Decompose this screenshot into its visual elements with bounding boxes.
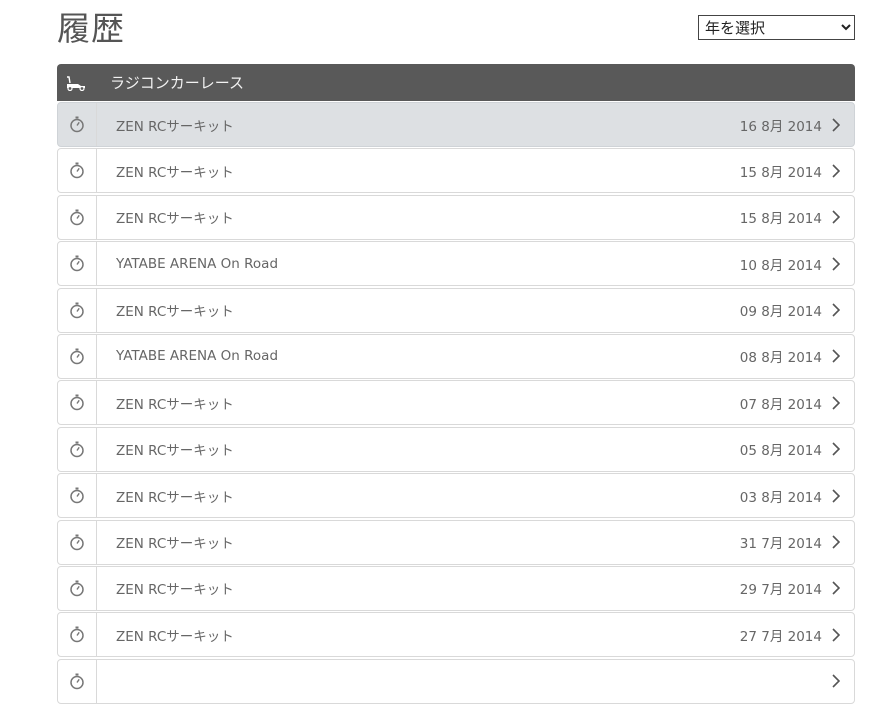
- history-row[interactable]: ZEN RCサーキット 03 8月 2014: [57, 473, 855, 519]
- history-date: 27 7月 2014: [739, 628, 822, 645]
- chevron-right-icon: [832, 674, 854, 688]
- history-date: 10 8月 2014: [739, 257, 822, 274]
- stopwatch-icon: [58, 242, 97, 286]
- history-row[interactable]: ZEN RCサーキット 15 8月 2014: [57, 194, 855, 240]
- history-venue: YATABE ARENA On Road: [116, 255, 279, 272]
- year-select[interactable]: 年を選択: [698, 15, 855, 40]
- history-venue: ZEN RCサーキット: [116, 489, 234, 506]
- history-row[interactable]: ZEN RCサーキット 15 8月 2014: [57, 148, 855, 194]
- history-venue: YATABE ARENA On Road: [116, 348, 279, 365]
- history-venue: ZEN RCサーキット: [116, 211, 234, 228]
- history-date: 31 7月 2014: [739, 536, 822, 553]
- stopwatch-icon: [58, 474, 97, 518]
- chevron-right-icon: [832, 210, 854, 224]
- history-date: 08 8月 2014: [739, 350, 822, 367]
- page-title: 履歴: [57, 9, 125, 48]
- chevron-right-icon: [832, 581, 854, 595]
- category-header: ラジコンカーレース: [57, 64, 855, 101]
- chevron-right-icon: [832, 117, 854, 132]
- history-row[interactable]: ZEN RCサーキット 31 7月 2014: [57, 519, 855, 565]
- history-venue: ZEN RCサーキット: [116, 396, 234, 413]
- history-row[interactable]: ZEN RCサーキット 05 8月 2014: [57, 426, 855, 472]
- stopwatch-icon: [58, 149, 97, 193]
- history-row[interactable]: ZEN RCサーキット 16 8月 2014: [57, 102, 855, 147]
- history-row[interactable]: YATABE ARENA On Road 08 8月 2014: [57, 333, 855, 379]
- rc-car-icon: [57, 75, 95, 91]
- stopwatch-icon: [58, 288, 97, 332]
- history-date: 09 8月 2014: [739, 304, 822, 321]
- chevron-right-icon: [832, 257, 854, 271]
- chevron-right-icon: [832, 164, 854, 178]
- history-date: 15 8月 2014: [739, 164, 822, 181]
- stopwatch-icon: [58, 334, 97, 378]
- chevron-right-icon: [832, 489, 854, 503]
- stopwatch-icon: [58, 566, 97, 610]
- history-date: 29 7月 2014: [739, 582, 822, 599]
- history-date: 15 8月 2014: [739, 211, 822, 228]
- stopwatch-icon: [58, 381, 97, 425]
- stopwatch-icon: [58, 103, 97, 146]
- history-venue: ZEN RCサーキット: [116, 582, 234, 599]
- chevron-right-icon: [832, 349, 854, 364]
- history-row[interactable]: ZEN RCサーキット 27 7月 2014: [57, 612, 855, 658]
- history-row[interactable]: ZEN RCサーキット 29 7月 2014: [57, 565, 855, 611]
- history-venue: ZEN RCサーキット: [116, 304, 234, 321]
- chevron-right-icon: [832, 628, 854, 642]
- history-venue: ZEN RCサーキット: [116, 118, 234, 135]
- history-row[interactable]: ZEN RCサーキット 09 8月 2014: [57, 287, 855, 333]
- history-venue: ZEN RCサーキット: [116, 443, 234, 460]
- chevron-right-icon: [832, 535, 854, 549]
- history-list: ZEN RCサーキット 16 8月 2014 ZEN RCサーキット 15 8月…: [57, 102, 855, 705]
- history-venue: ZEN RCサーキット: [116, 164, 234, 181]
- history-venue: ZEN RCサーキット: [116, 628, 234, 645]
- category-title: ラジコンカーレース: [110, 74, 244, 92]
- history-row[interactable]: YATABE ARENA On Road 10 8月 2014: [57, 241, 855, 287]
- stopwatch-icon: [58, 427, 97, 471]
- history-date: 16 8月 2014: [739, 118, 822, 135]
- history-venue: ZEN RCサーキット: [116, 536, 234, 553]
- history-row[interactable]: ZEN RCサーキット 07 8月 2014: [57, 380, 855, 426]
- history-row[interactable]: [57, 658, 855, 704]
- history-date: 07 8月 2014: [739, 396, 822, 413]
- stopwatch-icon: [58, 195, 97, 239]
- history-date: 05 8月 2014: [739, 443, 822, 460]
- history-date: 03 8月 2014: [739, 489, 822, 506]
- chevron-right-icon: [832, 442, 854, 456]
- chevron-right-icon: [832, 396, 854, 410]
- stopwatch-icon: [58, 659, 97, 703]
- stopwatch-icon: [58, 613, 97, 657]
- chevron-right-icon: [832, 303, 854, 317]
- stopwatch-icon: [58, 520, 97, 564]
